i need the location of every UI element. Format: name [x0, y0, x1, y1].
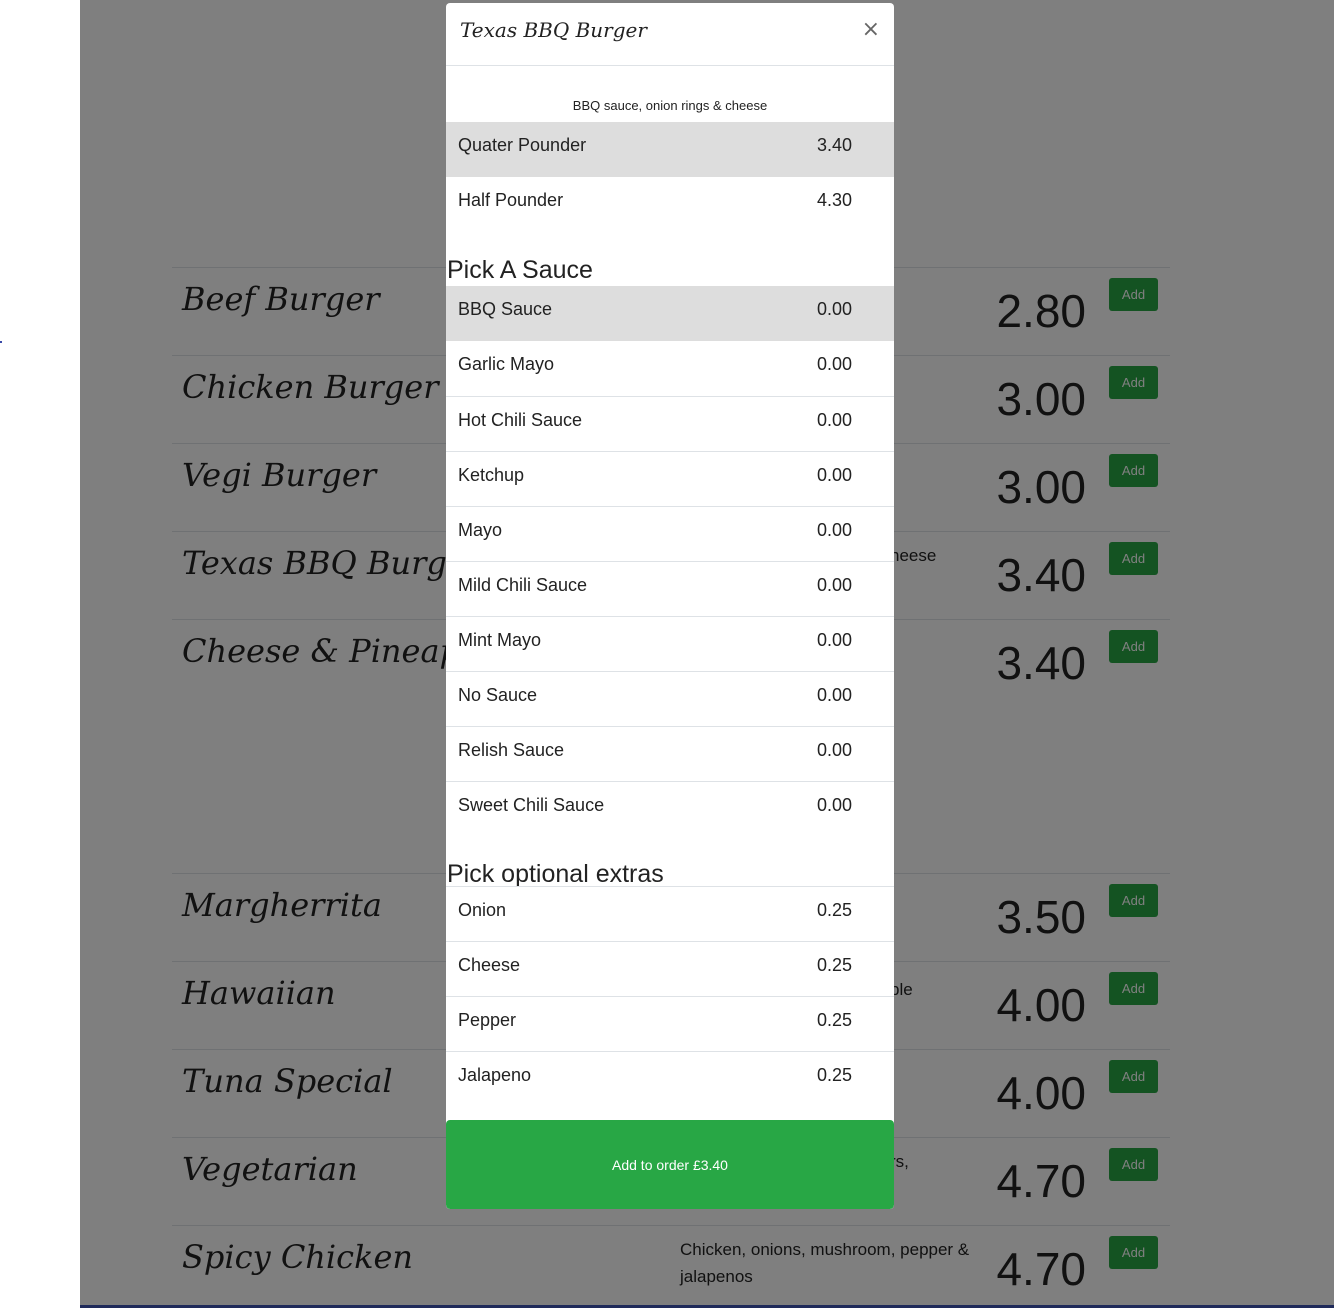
sauce-option[interactable]: Ketchup 0.00 — [446, 451, 894, 506]
option-price: 0.25 — [817, 1065, 853, 1085]
option-label: Pepper — [458, 1010, 517, 1030]
sauce-option[interactable]: No Sauce 0.00 — [446, 671, 894, 726]
option-label: Hot Chili Sauce — [458, 410, 583, 430]
option-price: 0.00 — [817, 354, 853, 374]
page-edge-mark — [0, 341, 2, 343]
sauce-options: BBQ Sauce 0.00 Garlic Mayo 0.00 Hot Chil… — [446, 286, 894, 836]
option-price: 0.00 — [817, 299, 853, 319]
modal-title: Texas BBQ Burger — [460, 18, 647, 42]
option-price: 0.00 — [817, 685, 853, 705]
option-price: 0.00 — [817, 630, 853, 650]
extras-section-title: Pick optional extras — [447, 860, 664, 888]
option-label: Onion — [458, 900, 507, 920]
option-price: 0.25 — [817, 1010, 853, 1030]
option-price: 0.00 — [817, 410, 853, 430]
option-label: Cheese — [458, 955, 521, 975]
sauce-option[interactable]: Mild Chili Sauce 0.00 — [446, 561, 894, 616]
size-option[interactable]: Quater Pounder 3.40 — [446, 122, 894, 177]
extra-option[interactable]: Pepper 0.25 — [446, 996, 894, 1051]
option-label: Mint Mayo — [458, 630, 542, 650]
option-label: Relish Sauce — [458, 740, 565, 760]
option-price: 0.25 — [817, 900, 853, 920]
sauce-option[interactable]: Hot Chili Sauce 0.00 — [446, 396, 894, 451]
option-label: No Sauce — [458, 685, 538, 705]
option-label: Mild Chili Sauce — [458, 575, 588, 595]
extra-option[interactable]: Onion 0.25 — [446, 886, 894, 941]
close-icon[interactable]: × — [862, 17, 880, 42]
sauce-option[interactable]: Sweet Chili Sauce 0.00 — [446, 781, 894, 836]
sauce-option[interactable]: Garlic Mayo 0.00 — [446, 341, 894, 396]
option-label: BBQ Sauce — [458, 299, 553, 319]
sauce-option[interactable]: Mint Mayo 0.00 — [446, 616, 894, 671]
option-price: 0.00 — [817, 575, 853, 595]
option-label: Mayo — [458, 520, 503, 540]
option-price: 3.40 — [817, 135, 853, 155]
size-option[interactable]: Half Pounder 4.30 — [446, 177, 894, 232]
option-label: Jalapeno — [458, 1065, 532, 1085]
sauce-section-title: Pick A Sauce — [447, 256, 593, 284]
modal-description: BBQ sauce, onion rings & cheese — [572, 98, 768, 113]
item-options-modal: Texas BBQ Burger × BBQ sauce, onion ring… — [446, 3, 894, 1209]
option-label: Quater Pounder — [458, 135, 587, 155]
extra-option[interactable]: Cheese 0.25 — [446, 941, 894, 996]
modal-header: Texas BBQ Burger × — [446, 3, 894, 66]
option-label: Sweet Chili Sauce — [458, 795, 605, 815]
option-price: 0.00 — [817, 740, 853, 760]
sauce-option[interactable]: Relish Sauce 0.00 — [446, 726, 894, 781]
sauce-option[interactable]: BBQ Sauce 0.00 — [446, 286, 894, 341]
extra-option[interactable]: Jalapeno 0.25 — [446, 1051, 894, 1106]
sauce-option[interactable]: Mayo 0.00 — [446, 506, 894, 561]
option-label: Ketchup — [458, 465, 525, 485]
option-label: Half Pounder — [458, 190, 564, 210]
add-to-order-button[interactable]: Add to order £3.40 — [446, 1120, 894, 1209]
extra-options: Onion 0.25 Cheese 0.25 Pepper 0.25 Jalap… — [446, 886, 894, 1106]
option-price: 0.00 — [817, 795, 853, 815]
option-price: 0.25 — [817, 955, 853, 975]
option-price: 0.00 — [817, 520, 853, 540]
option-price: 0.00 — [817, 465, 853, 485]
option-price: 4.30 — [817, 190, 853, 210]
option-label: Garlic Mayo — [458, 354, 555, 374]
size-options: Quater Pounder 3.40 Half Pounder 4.30 — [446, 122, 894, 232]
